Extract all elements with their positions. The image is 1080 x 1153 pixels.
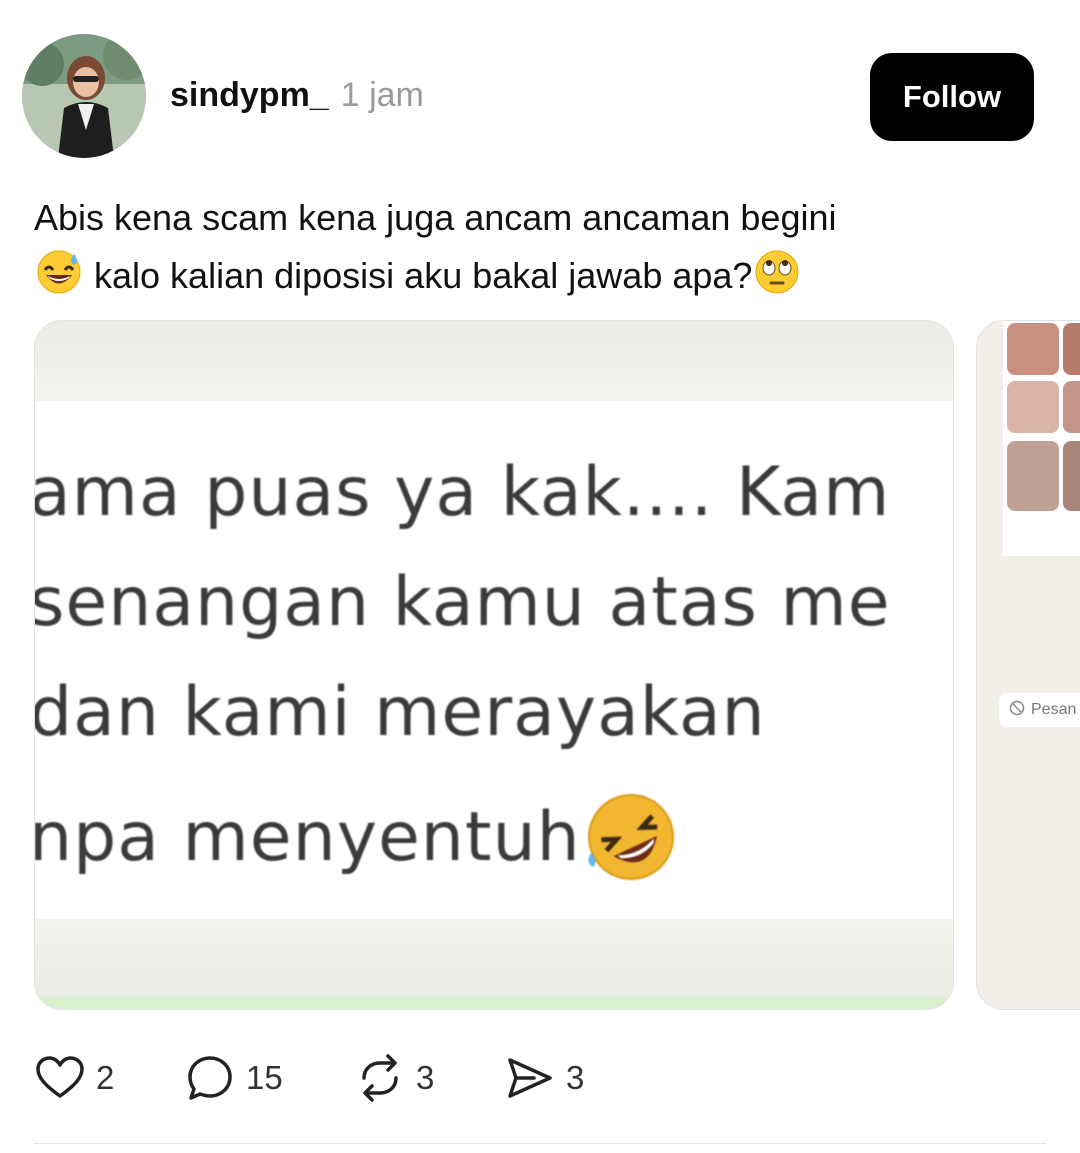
comment-button[interactable]: 15 (184, 1052, 283, 1104)
chat-text-line: senangan kamu atas me (34, 563, 891, 642)
deleted-message-label: Pesan i (999, 693, 1080, 727)
photo-thumbnail (1063, 441, 1080, 511)
caption-line-2: kalo kalian diposisi aku bakal jawab apa… (94, 255, 753, 296)
repost-count: 3 (416, 1059, 435, 1096)
comment-icon (188, 1056, 232, 1100)
chat-text-line: npa menyentuh (34, 797, 581, 877)
photo-grid (1003, 321, 1080, 556)
repost-icon (362, 1054, 398, 1102)
chat-bubble-edge (35, 997, 953, 1009)
share-count: 3 (566, 1059, 585, 1096)
chat-text-line-last: npa menyentuh (34, 787, 681, 887)
caption-line-1: Abis kena scam kena juga ancam ancaman b… (34, 197, 837, 238)
face-with-rolling-eyes-icon (752, 246, 802, 296)
post-divider (34, 1143, 1046, 1144)
chat-background-bottom (35, 919, 953, 1009)
grinning-face-with-sweat-icon (34, 246, 84, 296)
chat-text-line: ama puas ya kak.... Kam (34, 453, 891, 532)
post-actions: 2 15 3 3 (34, 1052, 734, 1104)
repost-button[interactable]: 3 (354, 1052, 434, 1104)
deleted-message-text: Pesan i (1031, 701, 1080, 718)
media-carousel[interactable]: ama puas ya kak.... Kam senangan kamu at… (0, 320, 1080, 1010)
chat-number: 2 (953, 841, 954, 887)
photo-thumbnail (1063, 381, 1080, 433)
prohibited-icon (1009, 700, 1025, 721)
chat-text-line: dan kami merayakan (34, 673, 766, 752)
like-count: 2 (96, 1059, 115, 1096)
username[interactable]: sindypm_ (170, 76, 329, 115)
photo-thumbnail (1007, 441, 1059, 511)
photo-thumbnail (1063, 323, 1080, 375)
photo-thumbnail (1007, 381, 1059, 433)
post-caption: Abis kena scam kena juga ancam ancaman b… (34, 190, 1034, 304)
username-row: sindypm_ 1 jam (170, 76, 424, 115)
media-image-1[interactable]: ama puas ya kak.... Kam senangan kamu at… (34, 320, 954, 1010)
like-button[interactable]: 2 (34, 1052, 114, 1104)
post-time: 1 jam (340, 76, 424, 114)
rolling-on-floor-laughing-icon (581, 787, 681, 887)
photo-thumbnail (1007, 323, 1059, 375)
post-header: sindypm_ 1 jam Follow (0, 0, 1080, 170)
send-icon (508, 1058, 552, 1098)
heart-icon (36, 1056, 84, 1098)
chat-background-top (35, 321, 953, 401)
share-button[interactable]: 3 (504, 1052, 584, 1104)
media-image-2[interactable]: Pesan i (976, 320, 1080, 1010)
follow-button[interactable]: Follow (870, 53, 1034, 141)
avatar[interactable] (22, 34, 146, 158)
comment-count: 15 (246, 1059, 283, 1096)
